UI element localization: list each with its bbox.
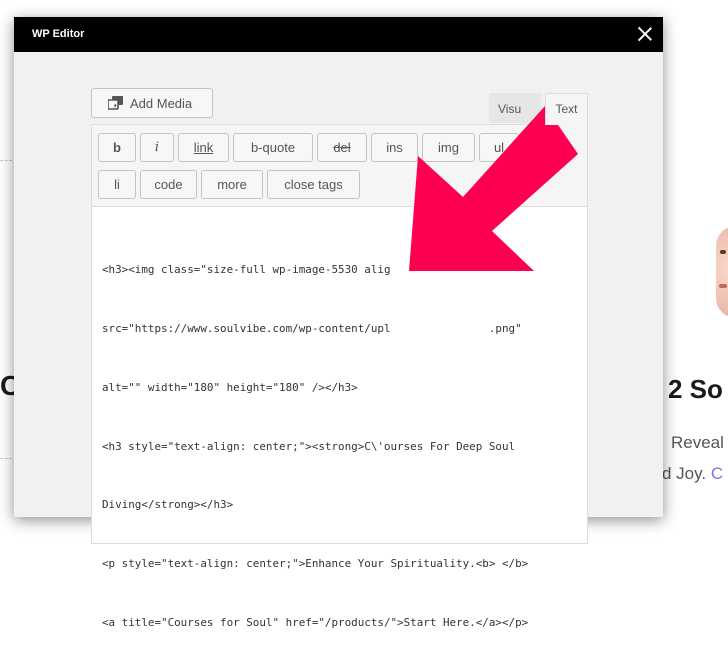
media-icon [107, 96, 124, 110]
quicktags-toolbar: b i link b-quote del ins img ul ol li co… [92, 125, 587, 207]
img-button[interactable]: img [422, 133, 475, 162]
italic-button[interactable]: i [140, 133, 174, 162]
ins-button[interactable]: ins [371, 133, 418, 162]
dashed-divider [0, 458, 12, 459]
background-heading-right: 2 So [668, 374, 723, 404]
code-line: <h3 style="text-align: center;"><strong>… [102, 439, 516, 453]
background-text-prefix: d Joy. [662, 464, 711, 483]
profile-image-eye [720, 250, 726, 254]
profile-image [716, 226, 728, 318]
li-button[interactable]: li [98, 170, 136, 199]
code-line: <h3><img class="size-full wp-image-5530 … [102, 263, 391, 277]
background-text: Reveal [671, 433, 724, 452]
profile-image-lip [719, 284, 727, 288]
add-media-button[interactable]: Add Media [91, 88, 213, 118]
html-textarea[interactable]: <h3><img class="size-full wp-image-5530 … [102, 221, 578, 672]
close-icon[interactable] [635, 24, 655, 44]
modal-header: WP Editor [14, 17, 663, 52]
link-button[interactable]: link [178, 133, 229, 162]
code-line: <p style="text-align: center;">Enhance Y… [102, 557, 529, 571]
modal-title: WP Editor [32, 28, 85, 40]
text-editor: b i link b-quote del ins img ul ol li co… [91, 124, 588, 629]
background-link[interactable]: C [711, 464, 723, 483]
wp-editor-modal: WP Editor Add Media Visu Text b i link b… [14, 17, 663, 629]
blockquote-button[interactable]: b-quote [233, 133, 313, 162]
del-button[interactable]: del [317, 133, 367, 162]
bold-button[interactable]: b [98, 133, 136, 162]
add-media-label: Add Media [130, 95, 193, 111]
code-line: <a title="Courses for Soul" href="/produ… [102, 615, 529, 629]
code-line: src="https://www.soulvibe.com/wp-content… [102, 321, 522, 335]
tab-visual[interactable]: Visu [489, 93, 541, 123]
code-button[interactable]: code [140, 170, 197, 199]
ul-button[interactable]: ul [479, 133, 519, 162]
more-button[interactable]: more [201, 170, 263, 199]
ol-button[interactable]: ol [523, 133, 563, 162]
tab-text[interactable]: Text [545, 93, 588, 125]
code-line: alt="" width="180" height="180" /></h3> [102, 380, 358, 394]
code-line: Diving</strong></h3> [102, 498, 234, 512]
close-tags-button[interactable]: close tags [267, 170, 360, 199]
background-text: d Joy. C [662, 464, 723, 484]
dashed-divider [0, 160, 12, 161]
